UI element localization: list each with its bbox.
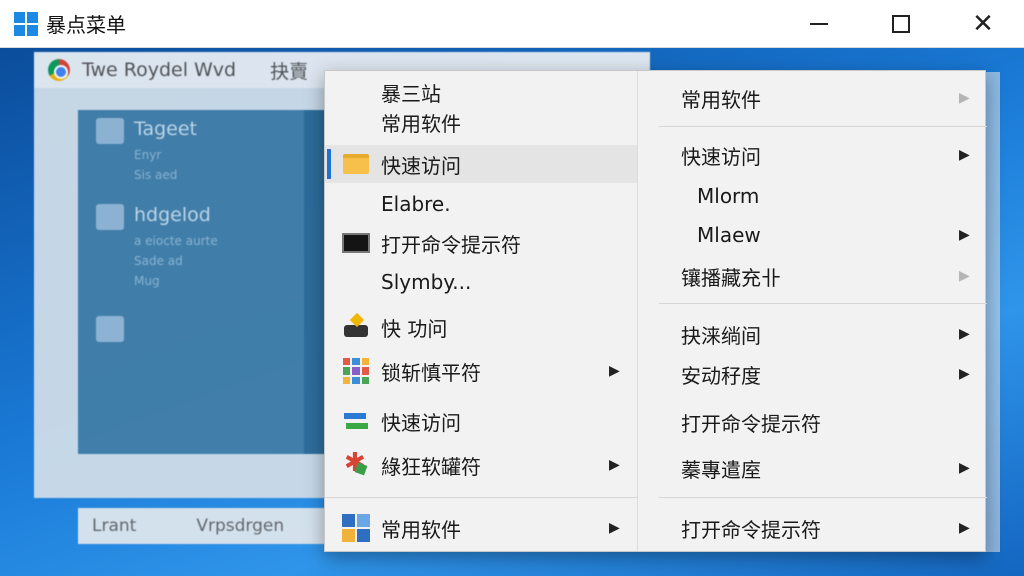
menu-item-label: 打开命令提示符	[381, 232, 521, 257]
background-item-sub: Sis aed	[134, 168, 178, 182]
menu-item-submenu[interactable]: 抉涞绱间 ▶	[659, 315, 987, 353]
menu-item[interactable]: 快 功问	[325, 308, 637, 346]
menu-item[interactable]: 常用软件	[325, 103, 637, 141]
windows-logo-icon	[14, 11, 38, 36]
submenu-arrow-icon: ▶	[959, 326, 970, 342]
submenu-arrow-icon: ▶	[959, 460, 970, 476]
background-item-label: hdgelod	[134, 204, 211, 226]
menu-separator	[659, 126, 987, 127]
background-item-sub: Enyr	[134, 148, 162, 162]
maximize-icon	[892, 15, 910, 33]
swap-arrows-icon	[342, 409, 370, 433]
menu-item-submenu[interactable]: 锁斩慎平符 ▶	[325, 352, 637, 390]
menu-item-submenu[interactable]: 安动秄度 ▶	[659, 355, 987, 393]
background-item-sub: a eiocte aurte	[134, 234, 218, 248]
menu-separator	[325, 497, 637, 498]
drive-icon	[342, 315, 370, 339]
menu-left-column: 暴三站 常用软件 快速访问 Elabre. 打开命令提示符 Slymby... …	[325, 71, 637, 551]
background-item[interactable]: Tageet	[96, 118, 197, 144]
background-item-sub: Mug	[134, 274, 160, 288]
submenu-arrow-icon: ▶	[959, 366, 970, 382]
menu-item-quick-access-selected[interactable]: 快速访问	[325, 145, 637, 183]
window-title: 暴点菜单	[46, 13, 126, 37]
back-link[interactable]: Lrant	[92, 516, 136, 536]
software-icon	[342, 514, 370, 542]
menu-item-label: Mlaew	[697, 223, 761, 247]
submenu-arrow-icon: ▶	[959, 147, 970, 163]
background-tab-2[interactable]: 抉賣	[270, 57, 308, 84]
menu-item-submenu[interactable]: 常用软件 ▶	[325, 509, 637, 547]
menu-item-submenu[interactable]: 打开命令提示符 ▶	[659, 509, 987, 547]
submenu-arrow-icon: ▶	[959, 268, 970, 284]
menu-item-label: 快速访问	[381, 410, 461, 435]
search-link[interactable]: Vrpsdrgen	[196, 516, 284, 536]
background-tab-title[interactable]: Twe Roydel Wvd	[82, 59, 236, 81]
menu-item-submenu[interactable]: 镶播藏充卝 ▶	[659, 257, 987, 295]
minimize-button[interactable]	[778, 0, 860, 48]
menu-separator	[659, 303, 987, 304]
submenu-arrow-icon: ▶	[609, 520, 620, 536]
submenu-arrow-icon: ▶	[959, 520, 970, 536]
title-bar: 暴点菜单 ✕	[0, 0, 1024, 48]
menu-item[interactable]: 快速访问	[325, 402, 637, 440]
menu-column-divider	[637, 71, 638, 551]
file-icon	[96, 118, 124, 144]
menu-item-label: Mlorm	[697, 184, 760, 208]
file-icon	[96, 204, 124, 230]
menu-item-label: 常用软件	[381, 517, 461, 542]
menu-item-submenu[interactable]: 快速访问 ▶	[659, 136, 987, 174]
menu-item-label: 常用软件	[381, 111, 461, 136]
menu-item[interactable]: Slymby...	[325, 263, 637, 301]
close-icon: ✕	[972, 9, 994, 39]
background-item[interactable]	[96, 316, 124, 342]
menu-item-label: 快速访问	[381, 153, 461, 178]
menu-item-label: 镶播藏充卝	[681, 265, 781, 290]
maximize-button[interactable]	[860, 0, 942, 48]
submenu-arrow-icon: ▶	[959, 227, 970, 243]
menu-item-label: 打开命令提示符	[681, 411, 821, 436]
menu-separator	[659, 497, 987, 498]
menu-item-label: 快速访问	[681, 144, 761, 169]
menu-item-label: 快 功问	[381, 316, 448, 341]
menu-item-label: 綠狂软罐符	[381, 454, 481, 479]
menu-item[interactable]: Mlorm	[659, 177, 987, 215]
tools-icon	[342, 448, 370, 478]
menu-item-label: 抉涞绱间	[681, 323, 761, 348]
menu-right-column: 常用软件 ▶ 快速访问 ▶ Mlorm Mlaew ▶ 镶播藏充卝 ▶ 抉涞绱间…	[659, 71, 987, 551]
background-item-label: Tageet	[134, 118, 197, 140]
file-icon	[96, 316, 124, 342]
menu-item-label: 安动秄度	[681, 363, 761, 388]
apps-grid-icon	[343, 358, 369, 384]
background-item[interactable]: hdgelod	[96, 204, 211, 230]
folder-icon	[343, 154, 369, 174]
menu-item-submenu[interactable]: Mlaew ▶	[659, 216, 987, 254]
menu-item-label: 常用软件	[681, 87, 761, 112]
submenu-arrow-icon: ▶	[609, 363, 620, 379]
close-button[interactable]: ✕	[942, 0, 1024, 48]
menu-item-open-cmd-right[interactable]: 打开命令提示符	[659, 403, 987, 441]
background-bottom-bar: Lrant Vrpsdrgen	[78, 508, 358, 544]
menu-item-label: Elabre.	[381, 192, 451, 216]
submenu-arrow-icon: ▶	[959, 90, 970, 106]
menu-item-submenu[interactable]: 常用软件 ▶	[659, 79, 987, 117]
menu-item-label: Slymby...	[381, 270, 472, 294]
context-menu: 暴三站 常用软件 快速访问 Elabre. 打开命令提示符 Slymby... …	[324, 70, 987, 552]
command-prompt-icon	[342, 233, 370, 253]
submenu-arrow-icon: ▶	[609, 457, 620, 473]
background-item-sub: Sade ad	[134, 254, 183, 268]
menu-item-submenu[interactable]: 綠狂软罐符 ▶	[325, 446, 637, 484]
menu-item-label: 蓁專遣庢	[681, 457, 761, 482]
minimize-icon	[810, 23, 828, 25]
menu-item-submenu[interactable]: 蓁專遣庢 ▶	[659, 449, 987, 487]
menu-item-label: 打开命令提示符	[681, 517, 821, 542]
menu-item[interactable]: Elabre.	[325, 185, 637, 223]
menu-item-open-cmd[interactable]: 打开命令提示符	[325, 224, 637, 262]
menu-item-label: 锁斩慎平符	[381, 360, 481, 385]
chrome-icon	[48, 59, 70, 81]
